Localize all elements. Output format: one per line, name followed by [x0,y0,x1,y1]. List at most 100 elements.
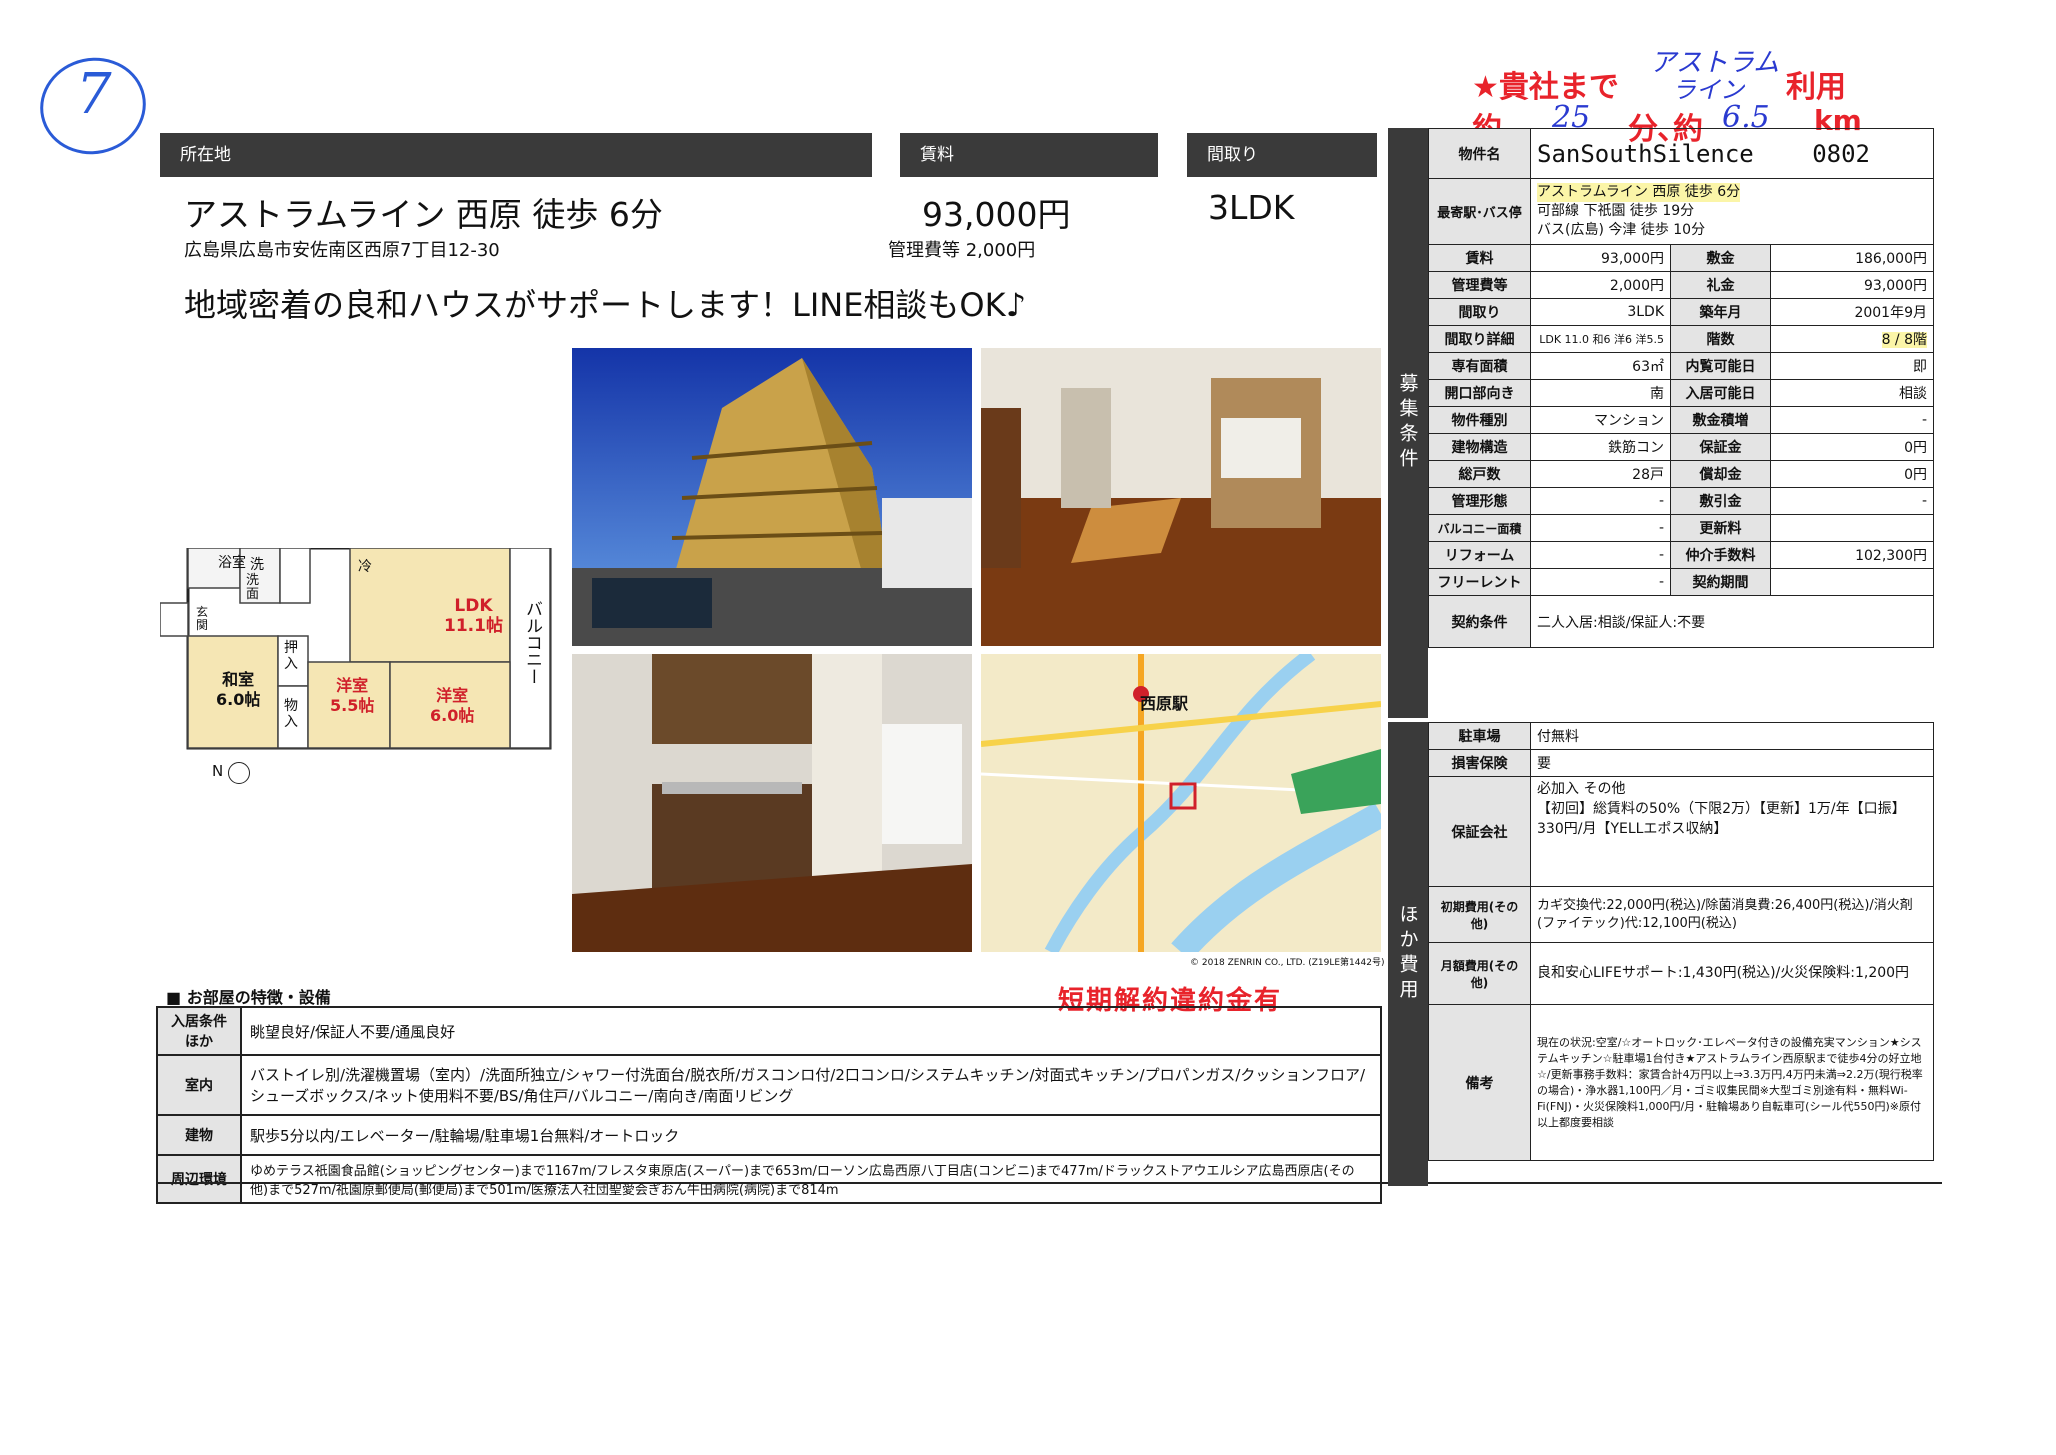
table-row: 専有面積 63㎡ 内覧可能日即 [1428,352,1934,380]
spec-label: 物件種別 [1428,406,1531,434]
station-line: アストラムライン 西原 徒歩 6分 [1537,183,1741,202]
spec-label: 敷金 [1670,244,1771,272]
spec-value: 付無料 [1530,722,1934,750]
floor-highlight: 8 / 8階 [1881,332,1927,348]
table-row: 月額費用(その他) 良和安心LIFEサポート:1,430円(税込)/火災保険料:… [1428,942,1934,1005]
floorplan-wash: 洗 [250,557,264,573]
spec-label: 専有面積 [1428,352,1531,380]
address-text: 広島県広島市安佐南区西原7丁目12-30 [184,240,500,261]
other-costs-table: 駐車場 付無料 損害保険 要 保証会社 必加入 その他 【初回】総賃料の50%（… [1428,722,1934,1161]
floorplan-entrance: 玄 関 [196,605,209,632]
compass-icon [228,762,250,784]
spec-value: 必加入 その他 【初回】総賃料の50%（下限2万）【更新】1万/年【口振】330… [1530,776,1934,887]
spec-label: フリーレント [1428,568,1531,596]
table-row: 最寄駅･バス停 アストラムライン 西原 徒歩 6分 可部線 下祇園 徒歩 19分… [1428,178,1934,245]
spec-value: マンション [1530,406,1671,434]
spec-label: 償却金 [1670,460,1771,488]
slogan: 地域密着の良和ハウスがサポートします！LINE相談もOK♪ [184,286,1027,324]
table-row: 間取り 3LDK 築年月 2001年9月 [1428,298,1934,326]
table-row: 建物構造 鉄筋コン 保証金 0円 [1428,433,1934,461]
spec-value [1770,514,1934,542]
spec-value [1770,568,1934,596]
spec-value: カギ交換代:22,000円(税込)/除菌消臭費:26,400円(税込)/消火剤(… [1530,886,1934,943]
table-row: 損害保険 要 [1428,749,1934,777]
features-table: 入居条件ほか 眺望良好/保証人不要/通風良好 室内 バストイレ別/洗濯機置場（室… [156,1006,1382,1204]
floor-plan [159,546,562,750]
station-line: バス(広島) 今津 徒歩 10分 [1537,222,1706,238]
spec-label: 契約期間 [1670,568,1771,596]
table-row: 物件名 SanSouthSilence 0802 [1428,128,1934,179]
table-row: 建物 駅歩5分以内/エレベーター/駐輪場/駐車場1台無料/オートロック [156,1114,1382,1156]
table-row: 入居条件ほか 眺望良好/保証人不要/通風良好 [156,1006,1382,1056]
floorplan-western2: 洋室 6.0帖 [430,686,475,725]
feature-value: ゆめテラス祇園食品館(ショッピングセンター)まで1167m/フレスタ東原店(スー… [240,1154,1382,1204]
property-name: SanSouthSilence [1537,139,1754,168]
floorplan-closet2: 物 入 [284,698,298,730]
floorplan-japanese-room: 和室 6.0帖 [216,670,261,709]
location-header: 所在地 [160,133,872,177]
spec-label: バルコニー面積 [1428,514,1531,542]
spec-label: 築年月 [1670,298,1771,326]
feature-value: 駅歩5分以内/エレベーター/駐輪場/駐車場1台無料/オートロック [240,1114,1382,1156]
spec-value: 102,300円 [1770,541,1934,569]
spec-label: 入居可能日 [1670,379,1771,407]
spec-value: - [1770,487,1934,515]
other-costs-label: ほか費用 [1388,722,1428,1186]
spec-value: 2001年9月 [1770,298,1934,326]
station-cell: アストラムライン 西原 徒歩 6分 可部線 下祇園 徒歩 19分 バス(広島) … [1530,178,1934,245]
spec-value: 3LDK [1530,298,1671,326]
spec-value: 2,000円 [1530,271,1671,299]
spec-label: 備考 [1428,1004,1531,1161]
spec-label: リフォーム [1428,541,1531,569]
property-name-cell: SanSouthSilence 0802 [1530,128,1934,179]
table-row: 備考 現在の状況:空室/☆オートロック･エレベータ付きの設備充実マンション★シス… [1428,1004,1934,1161]
floorplan-ldk: LDK 11.1帖 [444,596,503,636]
spec-value: 93,000円 [1770,271,1934,299]
spec-label: 更新料 [1670,514,1771,542]
spec-value: LDK 11.0 和6 洋6 洋5.5 [1530,325,1671,353]
feature-label: 入居条件ほか [156,1006,242,1056]
spec-label: 開口部向き [1428,379,1531,407]
feature-value: 眺望良好/保証人不要/通風良好 [240,1006,1382,1056]
floorplan-western1: 洋室 5.5帖 [330,676,375,715]
table-row: 初期費用(その他) カギ交換代:22,000円(税込)/除菌消臭費:26,400… [1428,886,1934,943]
bottom-rule [156,1182,1942,1184]
spec-label: 間取り [1428,298,1531,326]
table-row: 物件種別 マンション 敷金積増 - [1428,406,1934,434]
spec-value: 186,000円 [1770,244,1934,272]
spec-value: 相談 [1770,379,1934,407]
spec-value: 0円 [1770,433,1934,461]
spec-value: 93,000円 [1530,244,1671,272]
table-row: 賃料 93,000円 敷金 186,000円 [1428,244,1934,272]
features-title: ■ お部屋の特徴・設備 [166,988,331,1007]
spec-label: 初期費用(その他) [1428,886,1531,943]
building-photo [572,348,972,646]
spec-value: - [1530,514,1671,542]
rent-value: 93,000円 [922,195,1071,234]
station-line: 可部線 下祇園 徒歩 19分 [1537,203,1695,219]
spec-table: 物件名 SanSouthSilence 0802 最寄駅･バス停 アストラムライ… [1428,128,1934,648]
feature-label: 周辺環境 [156,1154,242,1204]
table-row: 保証会社 必加入 その他 【初回】総賃料の50%（下限2万）【更新】1万/年【口… [1428,776,1934,887]
spec-value: 0円 [1770,460,1934,488]
kitchen-photo [572,654,972,952]
spec-value: - [1530,541,1671,569]
floorplan-closet1: 押 入 [284,640,298,672]
rent-header: 賃料 [900,133,1158,177]
note-prefix: ★貴社まで [1472,70,1619,105]
spec-label: 礼金 [1670,271,1771,299]
spec-value: 8 / 8階 [1770,325,1934,353]
spec-label: 損害保険 [1428,749,1531,777]
spec-label: 管理費等 [1428,271,1531,299]
contract-value: 二人入居:相談/保証人:不要 [1530,595,1934,648]
spec-label: 最寄駅･バス停 [1428,178,1531,245]
table-row: 開口部向き南入居可能日 相談 [1428,379,1934,407]
table-row: フリーレント - 契約期間 [1428,568,1934,596]
table-row: 間取り詳細 LDK 11.0 和6 洋6 洋5.5 階数 8 / 8階 [1428,325,1934,353]
fee-text: 管理費等 2,000円 [888,240,1036,261]
table-row: バルコニー面積 - 更新料 [1428,514,1934,542]
spec-label: 階数 [1670,325,1771,353]
map-copyright: © 2018 ZENRIN CO., LTD. (Z19LE第1442号) [1190,958,1385,968]
feature-value: バストイレ別/洗濯機置場（室内）/洗面所独立/シャワー付洗面台/脱衣所/ガスコン… [240,1054,1382,1116]
table-row: 総戸数 28戸 償却金 0円 [1428,460,1934,488]
